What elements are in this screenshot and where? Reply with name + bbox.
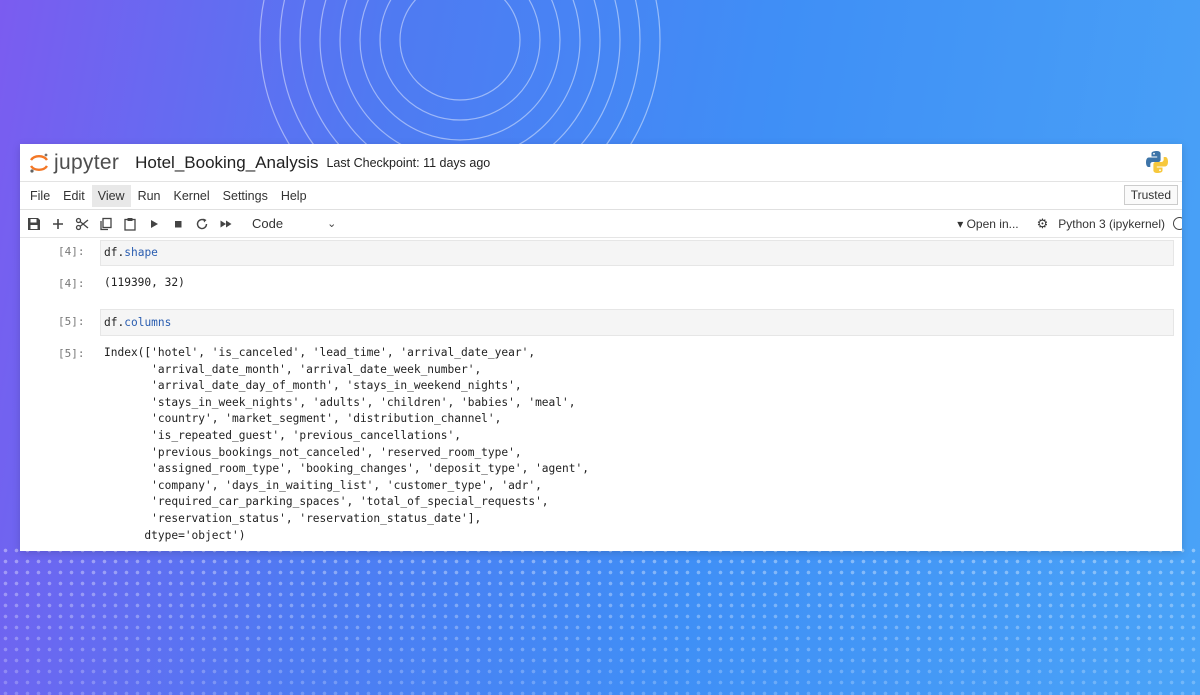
copy-button[interactable]	[94, 213, 118, 235]
save-button[interactable]	[22, 213, 46, 235]
code-variable: df	[104, 316, 118, 329]
input-prompt: [4]:	[58, 245, 85, 258]
code-attribute: columns	[124, 316, 172, 329]
python-logo-icon	[1146, 151, 1168, 173]
chevron-down-icon: ⌄	[327, 218, 337, 230]
add-cell-icon	[53, 218, 63, 229]
output-cell: [4]: (119390, 32)	[20, 274, 1182, 294]
code-input[interactable]: df.shape	[100, 240, 1174, 266]
menu-kernel[interactable]: Kernel	[168, 185, 216, 207]
paste-icon	[124, 217, 136, 231]
restart-button[interactable]	[190, 213, 214, 235]
menu-bar: File Edit View Run Kernel Settings Help …	[20, 182, 1182, 210]
jupyter-window: jupyter Hotel_Booking_Analysis Last Chec…	[20, 144, 1182, 551]
paste-button[interactable]	[118, 213, 142, 235]
cut-button[interactable]	[70, 213, 94, 235]
kernel-status-icon	[1173, 217, 1182, 230]
last-checkpoint: Last Checkpoint: 11 days ago	[326, 155, 491, 170]
stop-button[interactable]	[166, 213, 190, 235]
open-in-dropdown[interactable]: ▾ Open in...	[957, 217, 1018, 231]
run-button[interactable]	[142, 213, 166, 235]
add-cell-button[interactable]	[46, 213, 70, 235]
notebook-name[interactable]: Hotel_Booking_Analysis	[135, 153, 318, 173]
run-icon	[151, 219, 158, 228]
jupyter-logo[interactable]: jupyter	[28, 151, 119, 175]
save-icon	[28, 217, 40, 230]
menu-view[interactable]: View	[91, 184, 131, 207]
menu-edit[interactable]: Edit	[57, 185, 91, 207]
menu-file[interactable]: File	[24, 185, 56, 207]
code-cell[interactable]: [5]: df.columns	[20, 309, 1182, 336]
gear-icon[interactable]: ⚙	[1037, 216, 1049, 232]
stop-icon	[175, 220, 182, 227]
notebook-toolbar: Code ⌄ ▾ Open in... ⚙ Python 3 (ipykerne…	[20, 210, 1182, 238]
toolbar-right: ▾ Open in... ⚙ Python 3 (ipykernel)	[957, 210, 1182, 237]
restart-icon	[196, 218, 208, 229]
code-text: df.columns	[104, 316, 172, 329]
code-attribute: shape	[124, 246, 158, 259]
output-text: (119390, 32)	[104, 276, 185, 289]
fast-forward-icon	[220, 220, 232, 227]
code-text: df.shape	[104, 246, 158, 259]
output-cell: [5]: Index(['hotel', 'is_canceled', 'lea…	[20, 345, 1182, 550]
code-cell[interactable]: [4]: df.shape	[20, 240, 1182, 266]
output-text: Index(['hotel', 'is_canceled', 'lead_tim…	[104, 346, 589, 542]
menu-help[interactable]: Help	[275, 185, 313, 207]
kernel-name[interactable]: Python 3 (ipykernel)	[1058, 217, 1165, 231]
logo-text: jupyter	[54, 150, 120, 174]
background-dots	[0, 545, 1200, 695]
code-variable: df	[104, 246, 118, 259]
restart-run-all-button[interactable]	[214, 213, 238, 235]
cut-icon	[75, 217, 89, 230]
menu-run[interactable]: Run	[132, 185, 167, 207]
jupyter-logo-icon	[30, 153, 48, 173]
open-in-label: Open in...	[966, 216, 1019, 231]
copy-icon	[100, 217, 112, 230]
output-prompt: [4]:	[58, 277, 85, 290]
input-prompt: [5]:	[58, 315, 85, 328]
trusted-badge[interactable]: Trusted	[1123, 185, 1178, 205]
cell-type-label: Code	[252, 216, 284, 231]
cell-type-select[interactable]: Code ⌄	[252, 216, 336, 231]
output-prompt: [5]:	[58, 347, 85, 360]
title-bar: jupyter Hotel_Booking_Analysis Last Chec…	[20, 144, 1182, 182]
code-input[interactable]: df.columns	[100, 309, 1174, 336]
menu-settings[interactable]: Settings	[217, 185, 274, 207]
